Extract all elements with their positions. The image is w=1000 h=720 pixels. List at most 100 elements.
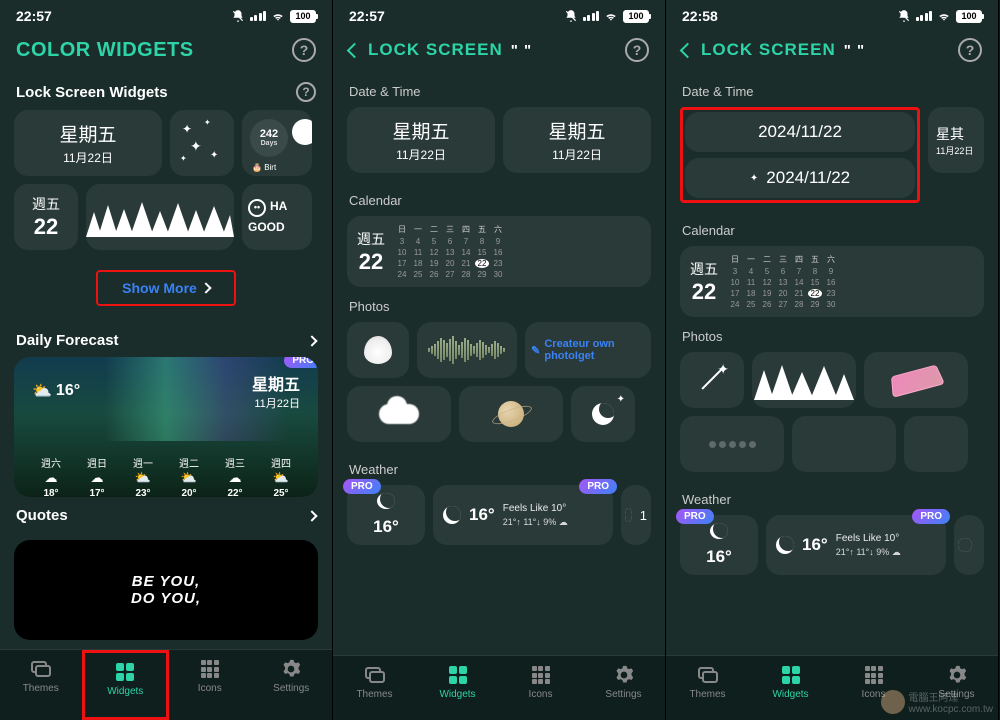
photo-waveform[interactable] [417, 322, 517, 378]
weather-card-small[interactable]: PRO 16° [347, 485, 425, 545]
create-photo-button[interactable]: ✎Createur own photoIget [525, 322, 651, 378]
moon-icon [776, 536, 794, 554]
header: LOCK SCREEN " " ? [666, 28, 998, 72]
back-icon[interactable] [347, 42, 363, 58]
tab-widgets[interactable]: Widgets [749, 656, 832, 720]
forest-widget[interactable] [86, 184, 234, 250]
keyboard-icon [891, 365, 945, 398]
date-widget-1[interactable]: 2024/11/22 [685, 112, 915, 152]
section-photos: Photos [347, 287, 651, 322]
section-daily-forecast[interactable]: Daily Forecast [14, 322, 318, 357]
date-widget-partial[interactable]: 星其 11月22日 [928, 107, 984, 173]
photo-empty[interactable] [904, 416, 968, 472]
tab-settings[interactable]: Settings [582, 656, 665, 720]
tab-icons[interactable]: Icons [499, 656, 582, 720]
weather-card-large[interactable]: PRO 16° Feels Like 10°21°↑ 11°↓ 9% ☁ [766, 515, 946, 575]
help-icon[interactable]: ? [958, 38, 982, 62]
themes-icon [365, 667, 385, 683]
gear-icon [614, 665, 634, 685]
section-quotes[interactable]: Quotes [14, 497, 318, 532]
wifi-icon [604, 9, 618, 23]
calendar-widget[interactable]: 週五22 日一二三四五六3456789101112131415161718192… [347, 216, 651, 287]
tab-widgets[interactable]: Widgets [82, 650, 170, 720]
forecast-card[interactable]: PRO ⛅16° 星期五11月22日 週六☁18°17°週日☁17°17°週一⛅… [14, 357, 318, 497]
phone-screen-2: 22:57 100 LOCK SCREEN " " ? Date & Time … [333, 0, 666, 720]
photo-moon[interactable]: ✦ [571, 386, 635, 442]
app-title: COLOR WIDGETS [16, 39, 194, 62]
bubbles-icon [709, 441, 756, 448]
header: LOCK SCREEN " " ? [333, 28, 665, 72]
moon-icon [625, 508, 632, 522]
quote-card[interactable]: BE YOU, DO YOU, [14, 540, 318, 640]
wifi-icon [271, 9, 285, 23]
help-icon[interactable]: ? [625, 38, 649, 62]
battery-icon: 100 [290, 10, 316, 23]
show-more-button[interactable]: Show More [96, 270, 236, 306]
gear-icon [947, 665, 967, 685]
bell-silent-icon [897, 9, 911, 23]
themes-icon [31, 661, 51, 677]
widgets-icon [116, 663, 134, 681]
happy-widget[interactable]: ••HA GOOD [242, 184, 312, 250]
section-lock-screen-widgets: Lock Screen Widgets ? [14, 72, 318, 110]
chevron-right-icon [200, 282, 211, 293]
status-bar: 22:58 100 [666, 0, 998, 28]
date-widget-large[interactable]: 星期五 11月22日 [14, 110, 162, 176]
signal-icon [583, 11, 600, 21]
photo-shell[interactable] [347, 322, 409, 378]
pro-badge: PRO [676, 509, 714, 524]
date-widget[interactable]: 星期五 11月22日 [503, 107, 651, 173]
chevron-right-icon [306, 510, 317, 521]
date-widget[interactable]: 星期五 11月22日 [347, 107, 495, 173]
saturn-icon [498, 401, 524, 427]
back-icon[interactable] [680, 42, 696, 58]
countdown-widget[interactable]: 242Days 🎂 Birt [242, 110, 312, 176]
weather-card-small[interactable]: PRO 16° [680, 515, 758, 575]
phone-screen-1: 22:57 100 COLOR WIDGETS ? Lock Screen Wi… [0, 0, 333, 720]
photo-pattern[interactable] [792, 416, 896, 472]
waveform-icon [428, 335, 505, 365]
tab-icons[interactable]: Icons [169, 650, 251, 720]
weather-card-partial[interactable]: 1 [621, 485, 651, 545]
calendar-widget[interactable]: 週五22 日一二三四五六3456789101112131415161718192… [680, 246, 984, 317]
section-calendar: Calendar [347, 181, 651, 216]
sparkle-icon: ✦ [750, 173, 758, 184]
smiley-icon: •• [248, 199, 266, 217]
header: COLOR WIDGETS ? [0, 28, 332, 72]
weather-card-partial[interactable] [954, 515, 984, 575]
tab-themes[interactable]: Themes [333, 656, 416, 720]
widgets-icon [782, 666, 800, 684]
icons-icon [201, 660, 219, 678]
status-time: 22:58 [682, 8, 718, 24]
weather-card-large[interactable]: PRO 16° Feels Like 10°21°↑ 11°↓ 9% ☁ [433, 485, 613, 545]
status-time: 22:57 [16, 8, 52, 24]
date-widget-2[interactable]: ✦2024/11/22 [685, 158, 915, 198]
tab-bar: Themes Widgets Icons Settings [333, 655, 665, 720]
tab-themes[interactable]: Themes [0, 650, 82, 720]
photo-forest[interactable] [752, 352, 856, 408]
tab-settings[interactable]: Settings [251, 650, 333, 720]
section-date-time: Date & Time [680, 72, 984, 107]
widgets-icon [449, 666, 467, 684]
battery-icon: 100 [956, 10, 982, 23]
status-time: 22:57 [349, 8, 385, 24]
highlighted-date-widgets: 2024/11/22 ✦2024/11/22 [680, 107, 920, 203]
stars-widget[interactable]: ✦ ✦ ✦ ✦ ✦ [170, 110, 234, 176]
wifi-icon [937, 9, 951, 23]
help-icon[interactable]: ? [296, 82, 316, 102]
tab-themes[interactable]: Themes [666, 656, 749, 720]
photo-cloud[interactable] [347, 386, 451, 442]
wand-icon: ✎ [531, 344, 540, 357]
photo-wand[interactable] [680, 352, 744, 408]
hour-circle-icon [292, 119, 312, 145]
photo-bubbles[interactable] [680, 416, 784, 472]
help-icon[interactable]: ? [292, 38, 316, 62]
phone-screen-3: 22:58 100 LOCK SCREEN " " ? Date & Time … [666, 0, 999, 720]
tab-widgets[interactable]: Widgets [416, 656, 499, 720]
photo-saturn[interactable] [459, 386, 563, 442]
photo-keyboard[interactable] [864, 352, 968, 408]
date-widget-small[interactable]: 週五 22 [14, 184, 78, 250]
wand-icon [697, 365, 727, 395]
bell-silent-icon [231, 9, 245, 23]
page-title: LOCK SCREEN [701, 40, 836, 60]
